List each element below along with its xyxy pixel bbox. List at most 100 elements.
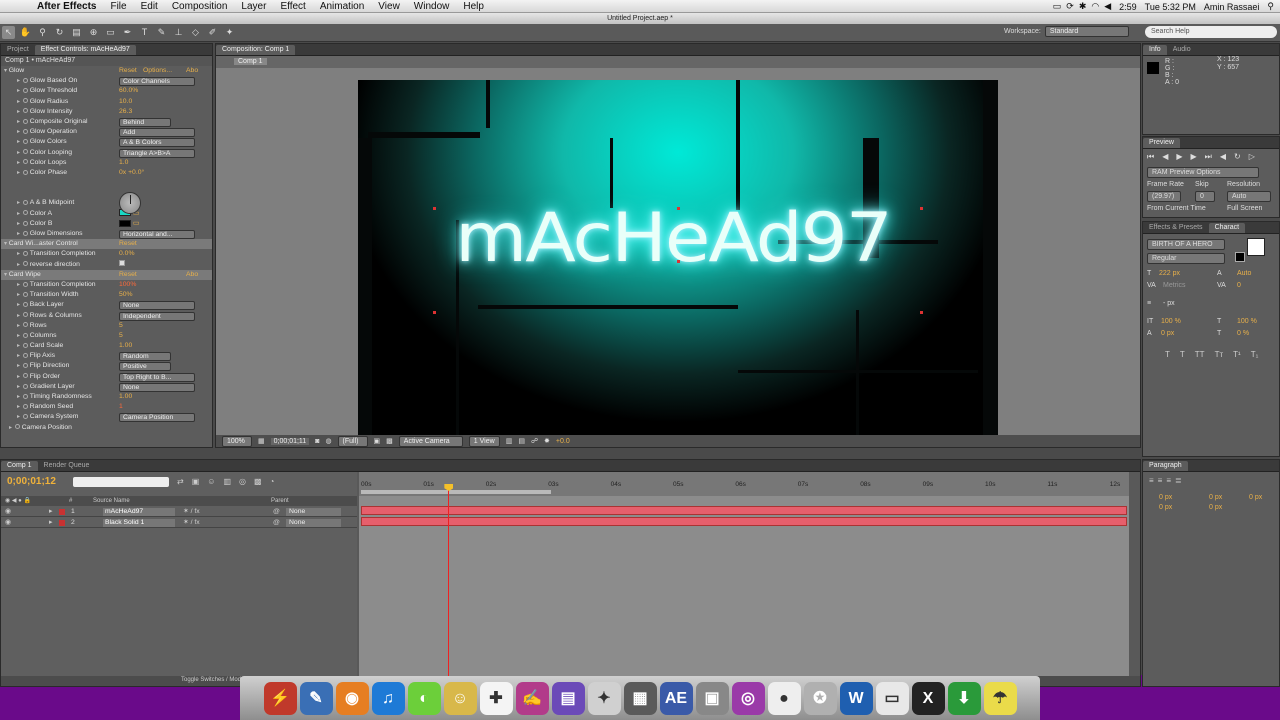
stamp-tool-icon[interactable]: ⊥ — [172, 26, 185, 39]
tab-character[interactable]: Charact — [1208, 223, 1246, 233]
stopwatch-icon[interactable] — [22, 139, 28, 145]
disclosure-icon[interactable]: ▸ — [17, 414, 22, 420]
movie-icon[interactable]: ▤ — [551, 681, 585, 715]
loop-icon[interactable]: ↻ — [1234, 152, 1241, 162]
fx-row[interactable]: ▸ Glow Operation Add — [1, 127, 212, 138]
stopwatch-icon[interactable] — [22, 149, 28, 155]
fx-param-value[interactable]: 1.00 — [119, 341, 132, 351]
shy-icon[interactable]: ☺ — [207, 477, 215, 486]
fx-param-dropdown[interactable]: None — [119, 382, 195, 392]
stopwatch-icon[interactable] — [22, 302, 28, 308]
toggle-switches-button[interactable]: Toggle Switches / Modes — [181, 677, 247, 683]
leading-value[interactable]: Auto — [1237, 270, 1251, 277]
rotate-tool-icon[interactable]: ↻ — [53, 26, 66, 39]
menu-help[interactable]: Help — [456, 1, 491, 12]
layer-handle[interactable] — [433, 311, 436, 314]
next-frame-icon[interactable]: ▶ — [1191, 152, 1197, 162]
fx-param-value[interactable]: 1 — [119, 402, 123, 412]
brainstorm-icon[interactable]: ▩ — [254, 477, 262, 486]
itunes-icon[interactable]: ♫ — [371, 681, 405, 715]
fx-row[interactable]: ▸ Glow Colors A & B Colors — [1, 137, 212, 148]
align-center-icon[interactable]: ≡ — [1158, 476, 1163, 485]
flash-icon[interactable]: ⚡ — [263, 681, 297, 715]
video-icon[interactable]: ◎ — [731, 681, 765, 715]
menu-app[interactable]: After Effects — [30, 1, 103, 12]
align-right-icon[interactable]: ≡ — [1166, 476, 1171, 485]
fx-row[interactable]: ▸ Glow Radius 10.0 — [1, 97, 212, 107]
stopwatch-icon[interactable] — [22, 251, 28, 257]
stopwatch-icon[interactable] — [22, 230, 28, 236]
download-icon[interactable]: ⬇ — [947, 681, 981, 715]
fx-param-value[interactable]: 10.0 — [119, 97, 132, 107]
fx-param-dropdown[interactable]: Behind — [119, 117, 171, 127]
stopwatch-icon[interactable] — [22, 373, 28, 379]
stopwatch-icon[interactable] — [22, 118, 28, 124]
stopwatch-icon[interactable] — [22, 128, 28, 134]
color-phase-dial[interactable] — [119, 192, 141, 214]
fx-param-dropdown[interactable]: Color Channels — [119, 77, 195, 87]
disclosure-icon[interactable]: ▸ — [17, 150, 22, 156]
menu-animation[interactable]: Animation — [313, 1, 371, 12]
disclosure-icon[interactable]: ▸ — [17, 170, 22, 176]
prev-frame-icon[interactable]: ◀ — [1162, 152, 1168, 162]
anchor-point[interactable] — [677, 260, 680, 263]
label-color[interactable] — [59, 509, 65, 515]
subscript-icon[interactable]: T₁ — [1251, 350, 1259, 359]
tab-preview[interactable]: Preview — [1143, 138, 1180, 148]
exposure-value[interactable]: +0.0 — [556, 438, 570, 445]
comp-viewer[interactable]: mAcHeAd97 — [358, 80, 998, 442]
stroke-width-value[interactable]: - px — [1163, 300, 1175, 307]
color-b-swatch[interactable]: ▭ — [119, 219, 139, 229]
fx-row[interactable]: ▸ Rows 5 — [1, 321, 212, 331]
fx-row[interactable]: ▸ Transition Width 50% — [1, 290, 212, 300]
user-name[interactable]: Amin Rassaei — [1204, 2, 1260, 12]
parent-dropdown[interactable]: None — [286, 519, 341, 527]
stopwatch-icon[interactable] — [22, 220, 28, 226]
resolution-dropdown[interactable]: (Full) — [337, 435, 368, 447]
disclosure-icon[interactable]: ▸ — [17, 292, 22, 298]
style-dropdown[interactable]: Regular — [1147, 253, 1225, 264]
comp-timecode[interactable]: 0;00;01;11 — [270, 437, 310, 445]
fx-param-dropdown[interactable]: Independent — [119, 311, 195, 321]
fx-row[interactable]: ▸ Transition Completion 100% — [1, 280, 212, 290]
screen-icon[interactable]: ▭ — [1053, 1, 1062, 12]
visibility-icon[interactable]: ◉ — [5, 507, 11, 517]
reverse-direction-checkbox[interactable] — [119, 259, 125, 270]
fx-row[interactable]: ▸ Transition Completion 0.0% — [1, 249, 212, 259]
fx-row[interactable]: ▸ Flip Axis Random — [1, 351, 212, 362]
motion-blur-icon[interactable]: ◎ — [239, 477, 246, 486]
flowchart-icon[interactable]: ☍ — [531, 437, 538, 445]
messages-icon[interactable]: ◐ — [407, 681, 441, 715]
disclosure-icon[interactable]: ▸ — [17, 231, 22, 237]
fx-param-value[interactable]: 5 — [119, 331, 123, 341]
timeline-search-input[interactable] — [73, 477, 169, 487]
fx-row[interactable]: ▸ Color Looping Triangle A>B>A — [1, 148, 212, 158]
play-icon[interactable]: ▶ — [1176, 152, 1182, 162]
frame-rate-dropdown[interactable]: (29.97) — [1147, 191, 1181, 202]
source-name-header[interactable]: Source Name — [93, 496, 130, 506]
vscale-value[interactable]: 100 % — [1161, 318, 1181, 325]
fx-row[interactable]: ▾ Glow Reset Options... Abo — [1, 66, 212, 76]
layer-bar[interactable] — [361, 506, 1127, 515]
roi-icon[interactable]: ▣ — [374, 437, 381, 445]
fx-param-dropdown[interactable]: None — [119, 301, 195, 311]
layer-name[interactable]: Black Solid 1 — [103, 519, 175, 527]
reset-link[interactable]: Reset — [119, 66, 137, 76]
stopwatch-icon[interactable] — [22, 281, 28, 287]
fx-param-value[interactable]: 50% — [119, 290, 133, 300]
fx-param-value[interactable]: 100% — [119, 280, 136, 290]
camera-tool-icon[interactable]: ▤ — [70, 26, 83, 39]
menu-effect[interactable]: Effect — [273, 1, 312, 12]
disclosure-icon[interactable]: ▸ — [17, 109, 22, 115]
disclosure-icon[interactable]: ▸ — [17, 119, 22, 125]
cat-icon[interactable]: ☺ — [443, 681, 477, 715]
fx-param-dropdown[interactable]: Camera Position — [119, 413, 195, 423]
toggle-pixel-icon[interactable]: ▥ — [506, 437, 513, 445]
fx-param-value[interactable]: 1.0 — [119, 158, 128, 168]
disclosure-icon[interactable]: ▸ — [17, 374, 22, 380]
disclosure-icon[interactable]: ▸ — [17, 88, 22, 94]
roto-tool-icon[interactable]: ✐ — [206, 26, 219, 39]
skip-dropdown[interactable]: 0 — [1195, 191, 1215, 202]
fx-param-value[interactable]: 60.0% — [119, 86, 138, 96]
fx-row[interactable]: ▸ Color B ▭ — [1, 219, 212, 229]
